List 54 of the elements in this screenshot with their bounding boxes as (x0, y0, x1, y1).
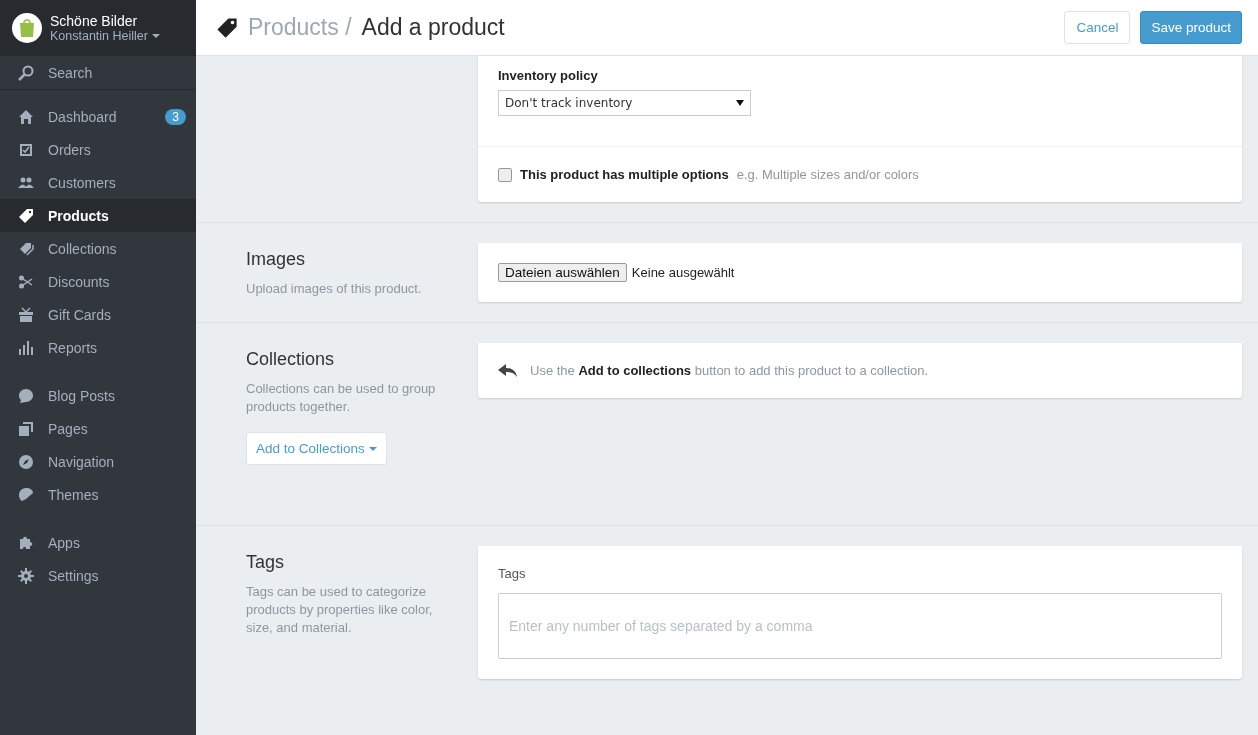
nav-item[interactable]: Orders (0, 133, 196, 166)
count-badge: 3 (165, 108, 186, 125)
nav-item[interactable]: Blog Posts (0, 379, 196, 412)
section-description: Collections can be used to group products together. (246, 380, 437, 416)
section-title: Collections (246, 349, 335, 370)
field-label: Inventory policy (498, 68, 598, 83)
pages-icon (18, 420, 34, 437)
bar-chart-icon (18, 339, 34, 356)
section-title: Images (246, 249, 306, 270)
gift-icon (18, 306, 34, 323)
section-description: Upload images of this product. (246, 280, 422, 298)
file-status: Keine ausgewählt (631, 265, 735, 280)
caret-icon (736, 100, 744, 106)
speech-bubble-icon (18, 387, 34, 404)
save-product-button[interactable]: Save product (1140, 11, 1242, 44)
gear-icon (18, 567, 34, 584)
reply-arrow-icon (498, 363, 518, 378)
nav-item[interactable]: Products (0, 199, 196, 232)
user-menu[interactable]: Konstantin Heiller (50, 29, 160, 43)
checkbox-hint: e.g. Multiple sizes and/or colors (736, 167, 919, 182)
tags-icon (18, 240, 34, 257)
tag-icon (216, 16, 238, 39)
section-title: Tags (246, 552, 285, 573)
home-icon (18, 108, 34, 125)
cancel-button[interactable]: Cancel (1064, 11, 1131, 44)
scissors-icon (18, 273, 34, 290)
compass-icon (18, 453, 34, 470)
search-icon (18, 64, 34, 81)
nav-item[interactable]: Settings (0, 559, 196, 592)
nav-item[interactable]: Navigation (0, 445, 196, 478)
puzzle-icon (18, 534, 34, 551)
tag-icon (18, 207, 34, 224)
nav-item[interactable]: Gift Cards (0, 298, 196, 331)
nav-item[interactable]: Pages (0, 412, 196, 445)
choose-files-button[interactable]: Dateien auswählen (498, 263, 627, 282)
store-logo (12, 13, 42, 43)
nav-item[interactable]: Discounts (0, 265, 196, 298)
page-title: Add a product (361, 14, 506, 41)
nav-item[interactable]: Collections (0, 232, 196, 265)
nav-item[interactable]: Reports (0, 331, 196, 364)
inventory-policy-dropdown[interactable]: Don't track inventory (498, 90, 751, 116)
nav-item[interactable]: Customers (0, 166, 196, 199)
field-label: Tags (498, 566, 526, 581)
tags-field[interactable]: Enter any number of tags separated by a comma (498, 593, 1222, 659)
nav-item[interactable]: Themes (0, 478, 196, 511)
multiple-options-checkbox[interactable] (498, 167, 512, 182)
store-name: Schöne Bilder (50, 13, 139, 29)
checkbox-icon (18, 141, 34, 158)
nav-item[interactable]: Apps (0, 526, 196, 559)
section-description: Tags can be used to categorize products by properties like color, size, and material. (246, 583, 434, 637)
collections-hint: Use the Add to collections button to add this product to a collection. (530, 363, 929, 378)
add-to-collections-button[interactable]: Add to Collections (246, 432, 387, 465)
nav-item[interactable]: Dashboard 3 (0, 100, 196, 133)
checkbox-label: This product has multiple options (520, 167, 729, 182)
